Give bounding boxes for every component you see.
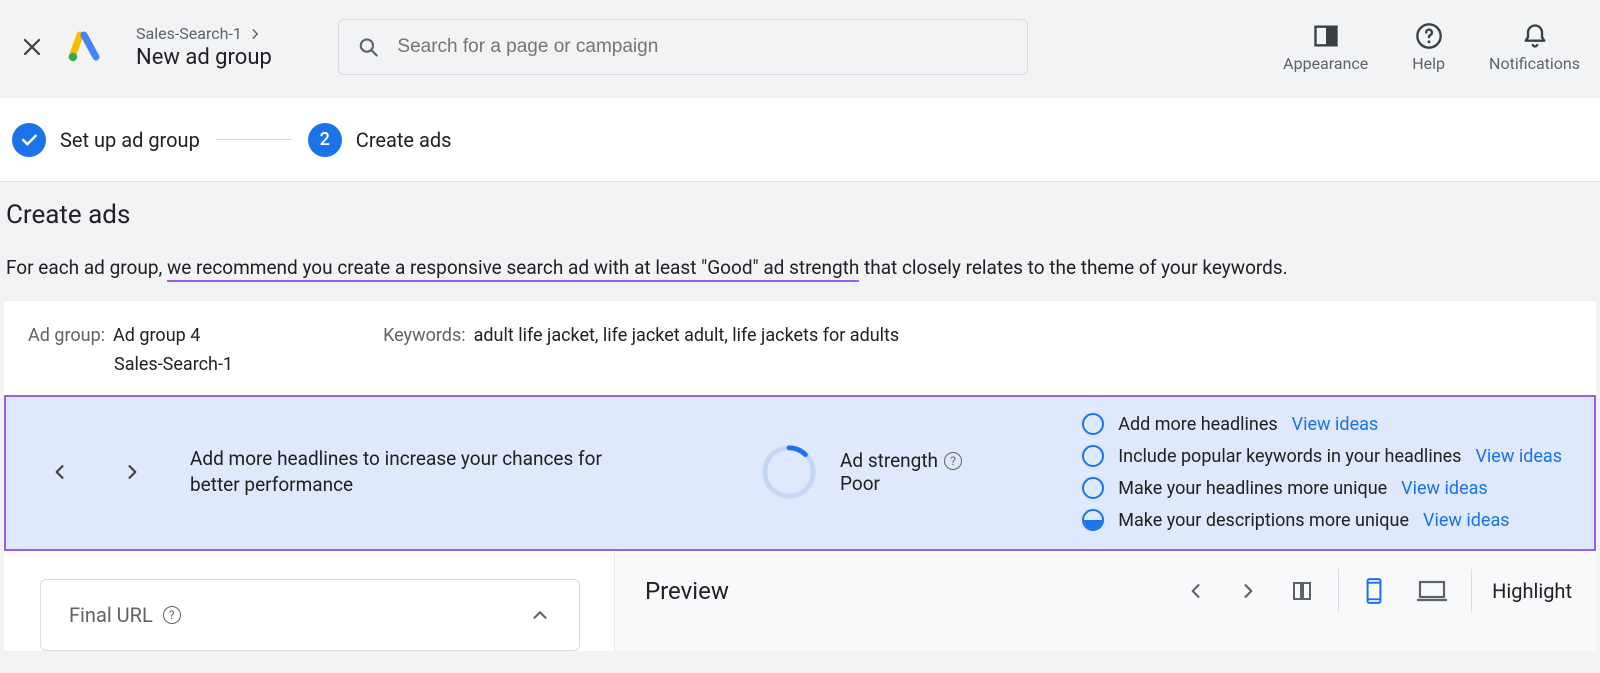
step-2[interactable]: 2 Create ads — [308, 123, 452, 157]
suggestion-text: Add more headlines to increase your chan… — [190, 446, 650, 497]
ad-strength-panel: Add more headlines to increase your chan… — [4, 395, 1596, 551]
final-url-field[interactable]: Final URL ? — [40, 579, 580, 651]
chevron-right-icon — [122, 462, 142, 482]
keywords-value: adult life jacket, life jacket adult, li… — [474, 325, 900, 375]
recommendation-item: Make your descriptions more unique View … — [1082, 509, 1562, 531]
keywords-label: Keywords: — [383, 325, 466, 375]
adgroup-campaign: Sales-Search-1 — [114, 354, 233, 375]
notifications-button[interactable]: Notifications — [1489, 22, 1580, 73]
highlight-toggle[interactable]: Highlight — [1492, 579, 1572, 603]
recommendation-item: Include popular keywords in your headlin… — [1082, 445, 1562, 467]
chevron-left-icon — [1186, 581, 1206, 601]
columns-button[interactable] — [1290, 579, 1314, 603]
bell-icon — [1521, 22, 1549, 50]
view-ideas-link[interactable]: View ideas — [1475, 446, 1562, 467]
appearance-icon — [1312, 22, 1340, 50]
help-icon — [1415, 22, 1443, 50]
status-circle-icon — [1082, 445, 1104, 467]
card-header: Ad group: Ad group 4 Sales-Search-1 Keyw… — [4, 301, 1596, 395]
search-input[interactable] — [395, 35, 1008, 59]
google-ads-logo — [68, 31, 100, 63]
step-1-label: Set up ad group — [60, 128, 200, 152]
adgroup-value: Ad group 4 — [113, 325, 200, 346]
chevron-right-icon — [1238, 581, 1258, 601]
header-bar: Sales-Search-1 New ad group Appearance H… — [0, 0, 1600, 98]
view-ideas-link[interactable]: View ideas — [1401, 478, 1488, 499]
recommendation-item: Add more headlines View ideas — [1082, 413, 1562, 435]
appearance-label: Appearance — [1283, 54, 1368, 73]
breadcrumb: Sales-Search-1 New ad group — [136, 24, 272, 70]
desc-highlight: we recommend you create a responsive sea… — [167, 256, 859, 282]
ad-strength-value: Poor — [840, 472, 962, 495]
desktop-preview-button[interactable] — [1417, 579, 1447, 603]
help-label: Help — [1412, 54, 1445, 73]
step-1[interactable]: Set up ad group — [12, 123, 200, 157]
recommendation-label: Add more headlines — [1118, 414, 1277, 435]
mobile-icon — [1363, 577, 1385, 605]
desktop-icon — [1417, 579, 1447, 603]
appearance-button[interactable]: Appearance — [1283, 22, 1368, 73]
section-title: Create ads — [6, 200, 1594, 230]
next-suggestion-button[interactable] — [114, 454, 150, 490]
step-2-label: Create ads — [356, 128, 452, 152]
ad-strength-label: Ad strength — [840, 449, 938, 472]
status-circle-half-icon — [1082, 509, 1104, 531]
view-ideas-link[interactable]: View ideas — [1292, 414, 1379, 435]
close-icon — [20, 35, 44, 59]
ad-strength-donut-icon — [760, 443, 818, 501]
columns-icon — [1290, 579, 1314, 603]
preview-pane: Preview — [614, 551, 1596, 651]
page-title: New ad group — [136, 45, 272, 70]
left-pane: Final URL ? — [4, 551, 614, 651]
ad-card: Ad group: Ad group 4 Sales-Search-1 Keyw… — [4, 301, 1596, 395]
step-2-number: 2 — [308, 123, 342, 157]
preview-controls: Highlight — [1162, 569, 1572, 613]
desc-pre: For each ad group, — [6, 256, 167, 279]
recommendation-label: Include popular keywords in your headlin… — [1118, 446, 1461, 467]
adgroup-label: Ad group: — [28, 325, 105, 346]
status-circle-icon — [1082, 477, 1104, 499]
chevron-up-icon — [529, 604, 551, 626]
recommendation-label: Make your descriptions more unique — [1118, 510, 1409, 531]
recommendation-item: Make your headlines more unique View ide… — [1082, 477, 1562, 499]
ad-strength-block: Ad strength ? Poor — [760, 443, 962, 501]
mobile-preview-button[interactable] — [1363, 577, 1385, 605]
chevron-right-icon — [248, 27, 262, 41]
section-description: For each ad group, we recommend you crea… — [6, 256, 1594, 279]
notifications-label: Notifications — [1489, 54, 1580, 73]
check-icon — [12, 123, 46, 157]
stepper: Set up ad group 2 Create ads — [0, 98, 1600, 182]
step-connector — [216, 139, 292, 140]
desc-post: that closely relates to the theme of you… — [859, 256, 1287, 279]
recommendation-list: Add more headlines View ideas Include po… — [1082, 413, 1568, 531]
prev-suggestion-button[interactable] — [42, 454, 78, 490]
chevron-left-icon — [50, 462, 70, 482]
preview-prev-button[interactable] — [1186, 581, 1206, 601]
header-actions: Appearance Help Notifications — [1283, 22, 1580, 73]
status-circle-icon — [1082, 413, 1104, 435]
preview-title: Preview — [645, 577, 729, 605]
help-button[interactable]: Help — [1412, 22, 1445, 73]
final-url-label: Final URL — [69, 603, 153, 627]
breadcrumb-campaign[interactable]: Sales-Search-1 — [136, 24, 242, 43]
recommendation-label: Make your headlines more unique — [1118, 478, 1387, 499]
bottom-split: Final URL ? Preview — [4, 551, 1596, 651]
search-box[interactable] — [338, 19, 1028, 75]
search-icon — [357, 35, 380, 59]
preview-next-button[interactable] — [1238, 581, 1258, 601]
help-icon[interactable]: ? — [163, 606, 181, 624]
close-button[interactable] — [12, 27, 52, 67]
help-icon[interactable]: ? — [944, 452, 962, 470]
section: Create ads For each ad group, we recomme… — [0, 182, 1600, 279]
view-ideas-link[interactable]: View ideas — [1423, 510, 1510, 531]
